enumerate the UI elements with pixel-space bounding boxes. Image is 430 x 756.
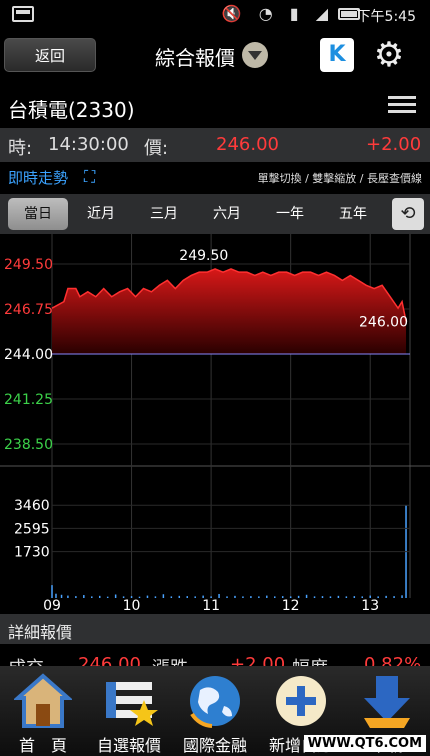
price-value: 246.00 [216,134,279,155]
time-value: 14:30:00 [48,134,129,155]
download-icon [358,672,416,730]
tab-month[interactable]: 近月 [71,198,131,230]
volume-tick-label: 1730 [14,545,50,561]
back-button[interactable]: 返回 [4,38,96,72]
intraday-chart[interactable]: 249.50 246.75 244.00 241.25 238.50 3460 2595 1… [0,234,430,614]
status-time: 下午5:45 [356,9,416,25]
nav-international[interactable]: 國際金融 [172,666,258,756]
x-tick-label: 12 [282,598,300,614]
tab-3month[interactable]: 三月 [134,198,194,230]
stock-name: 台積電(2330) [8,98,135,122]
status-icons: 🔇 ◔ ▮ ◢ [221,4,334,23]
title-bar: 返回 綜合報價 K ⚙ [0,30,430,84]
high-label: 249.50 [179,248,228,264]
x-tick-label: 09 [43,598,61,614]
stock-row: 台積電(2330) [0,84,430,128]
chevron-down-icon[interactable] [242,42,268,68]
nav-home[interactable]: 首 頁 [0,666,86,756]
price-tick-label: 249.50 [4,257,53,273]
nav-watchlist[interactable]: 自選報價 [86,666,172,756]
nav-label: 自選報價 [96,736,161,755]
trend-hint: 單擊切換 / 雙擊縮放 / 長壓查價線 [257,172,422,185]
price-label: 價: [144,138,169,159]
period-bar: 當日 近月 三月 六月 一年 五年 ⟲ [0,194,430,234]
globe-icon [186,672,244,730]
screenshot-icon [12,6,34,22]
watchlist-icon [100,672,158,730]
nav-label: 國際金融 [182,736,247,755]
rotate-icon[interactable]: ⟲ [392,198,424,230]
x-tick-label: 11 [202,598,220,614]
x-tick-label: 10 [123,598,141,614]
tab-5year[interactable]: 五年 [323,198,383,230]
trend-row: 即時走勢 ⛶ 單擊切換 / 雙擊縮放 / 長壓查價線 [0,162,430,192]
change-value: +2.00 [366,134,422,155]
nav-label: 首 頁 [18,736,67,755]
detail-header-label: 詳細報價 [8,623,73,642]
time-label: 時: [8,138,33,159]
tab-6month[interactable]: 六月 [197,198,257,230]
x-tick-label: 13 [361,598,379,614]
tab-1year[interactable]: 一年 [260,198,320,230]
last-price-label: 246.00 [359,314,408,330]
quote-row: 時: 14:30:00 價: 246.00 +2.00 [0,128,430,162]
watermark: WWW.QT6.COM [303,735,426,752]
home-icon [12,672,74,730]
price-tick-label: 246.75 [4,302,53,318]
detail-row: 成交 246.00 漲跌 +2.00 幅度 0.82% [0,644,430,668]
price-area [52,268,407,354]
price-tick-label: 238.50 [4,437,53,453]
price-tick-label: 241.25 [4,392,53,408]
bottom-nav: 首 頁 自選報價 國際金融 新增自選 下載 WWW.QT6.COM [0,666,430,756]
plus-icon [272,672,330,730]
status-bar: 🔇 ◔ ▮ ◢ 下午5:45 [0,0,430,30]
volume-tick-label: 2595 [14,521,50,537]
price-tick-label: 244.00 [4,347,53,363]
volume-tick-label: 3460 [14,498,50,514]
expand-icon[interactable]: ⛶ [84,169,100,185]
detail-header[interactable]: 詳細報價 [0,614,430,644]
sort-icon[interactable] [388,96,416,118]
k-button[interactable]: K [320,38,354,72]
page-title[interactable]: 綜合報價 [155,42,235,71]
tab-today[interactable]: 當日 [8,198,68,230]
gear-icon[interactable]: ⚙ [370,36,408,74]
trend-label[interactable]: 即時走勢 [8,167,68,188]
chart-svg: 249.50 246.75 244.00 241.25 238.50 3460 2595 1… [0,234,430,614]
